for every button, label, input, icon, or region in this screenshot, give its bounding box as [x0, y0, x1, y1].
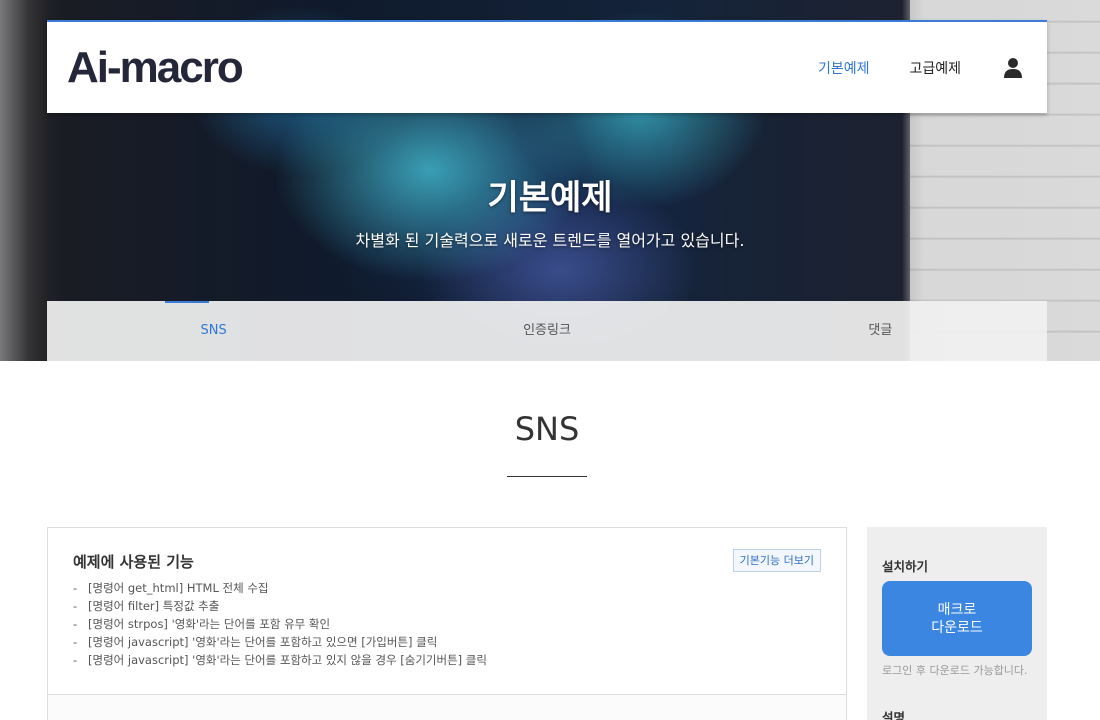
features-used-title: 예제에 사용된 기능 [73, 553, 194, 571]
list-item: - [명령어 get_html] HTML 전체 수집 [73, 581, 269, 595]
site-logo[interactable]: Ai-macro [67, 44, 244, 92]
page-subtitle: 차별화 된 기술력으로 새로운 트렌드를 열어가고 있습니다. [355, 231, 745, 250]
section-title-underline [507, 476, 587, 477]
tab-sns[interactable]: SNS [47, 301, 380, 361]
nav-item-advanced-examples[interactable]: 고급예제 [909, 58, 961, 78]
page-title: 기본예제 [487, 178, 613, 218]
features-used-panel: 예제에 사용된 기능 기본기능 더보기 - [명령어 get_html] HTML… [47, 527, 847, 720]
list-item: - [명령어 javascript] '영화'라는 단어를 포함하고 있으면 [가… [73, 635, 438, 649]
download-button-line2: 다운로드 [931, 619, 983, 636]
list-item: - [명령어 strpos] '영화'라는 단어를 포함 유무 확인 [73, 617, 331, 631]
panel-lower-area [48, 695, 846, 720]
tab-comment[interactable]: 댓글 [714, 301, 1047, 361]
main-nav: 기본예제 고급예제 [818, 22, 1047, 113]
list-item: - [명령어 javascript] '영화'라는 단어를 포함하고 있지 않을 … [73, 653, 487, 667]
site-header: Ai-macro 기본예제 고급예제 [47, 20, 1047, 113]
nav-item-basic-examples[interactable]: 기본예제 [818, 58, 870, 78]
more-basic-features-button[interactable]: 기본기능 더보기 [732, 549, 821, 572]
macro-download-button[interactable]: 매크로 다운로드 [882, 581, 1032, 656]
install-heading: 설치하기 [882, 559, 929, 574]
list-item: - [명령어 filter] 특정값 추출 [73, 599, 220, 613]
description-heading: 설명 [882, 710, 906, 720]
feature-list: - [명령어 get_html] HTML 전체 수집 - [명령어 filter]… [73, 579, 487, 669]
example-tabs: SNS 인증링크 댓글 [47, 301, 1047, 361]
section-title: SNS [514, 410, 580, 448]
download-note: 로그인 후 다운로드 가능합니다. [882, 664, 1028, 677]
download-button-line1: 매크로 [937, 601, 977, 618]
tab-auth-link[interactable]: 인증링크 [380, 301, 713, 361]
user-icon[interactable] [1003, 57, 1023, 79]
install-sidebar: 설치하기 매크로 다운로드 로그인 후 다운로드 가능합니다. 설명 [867, 527, 1047, 720]
